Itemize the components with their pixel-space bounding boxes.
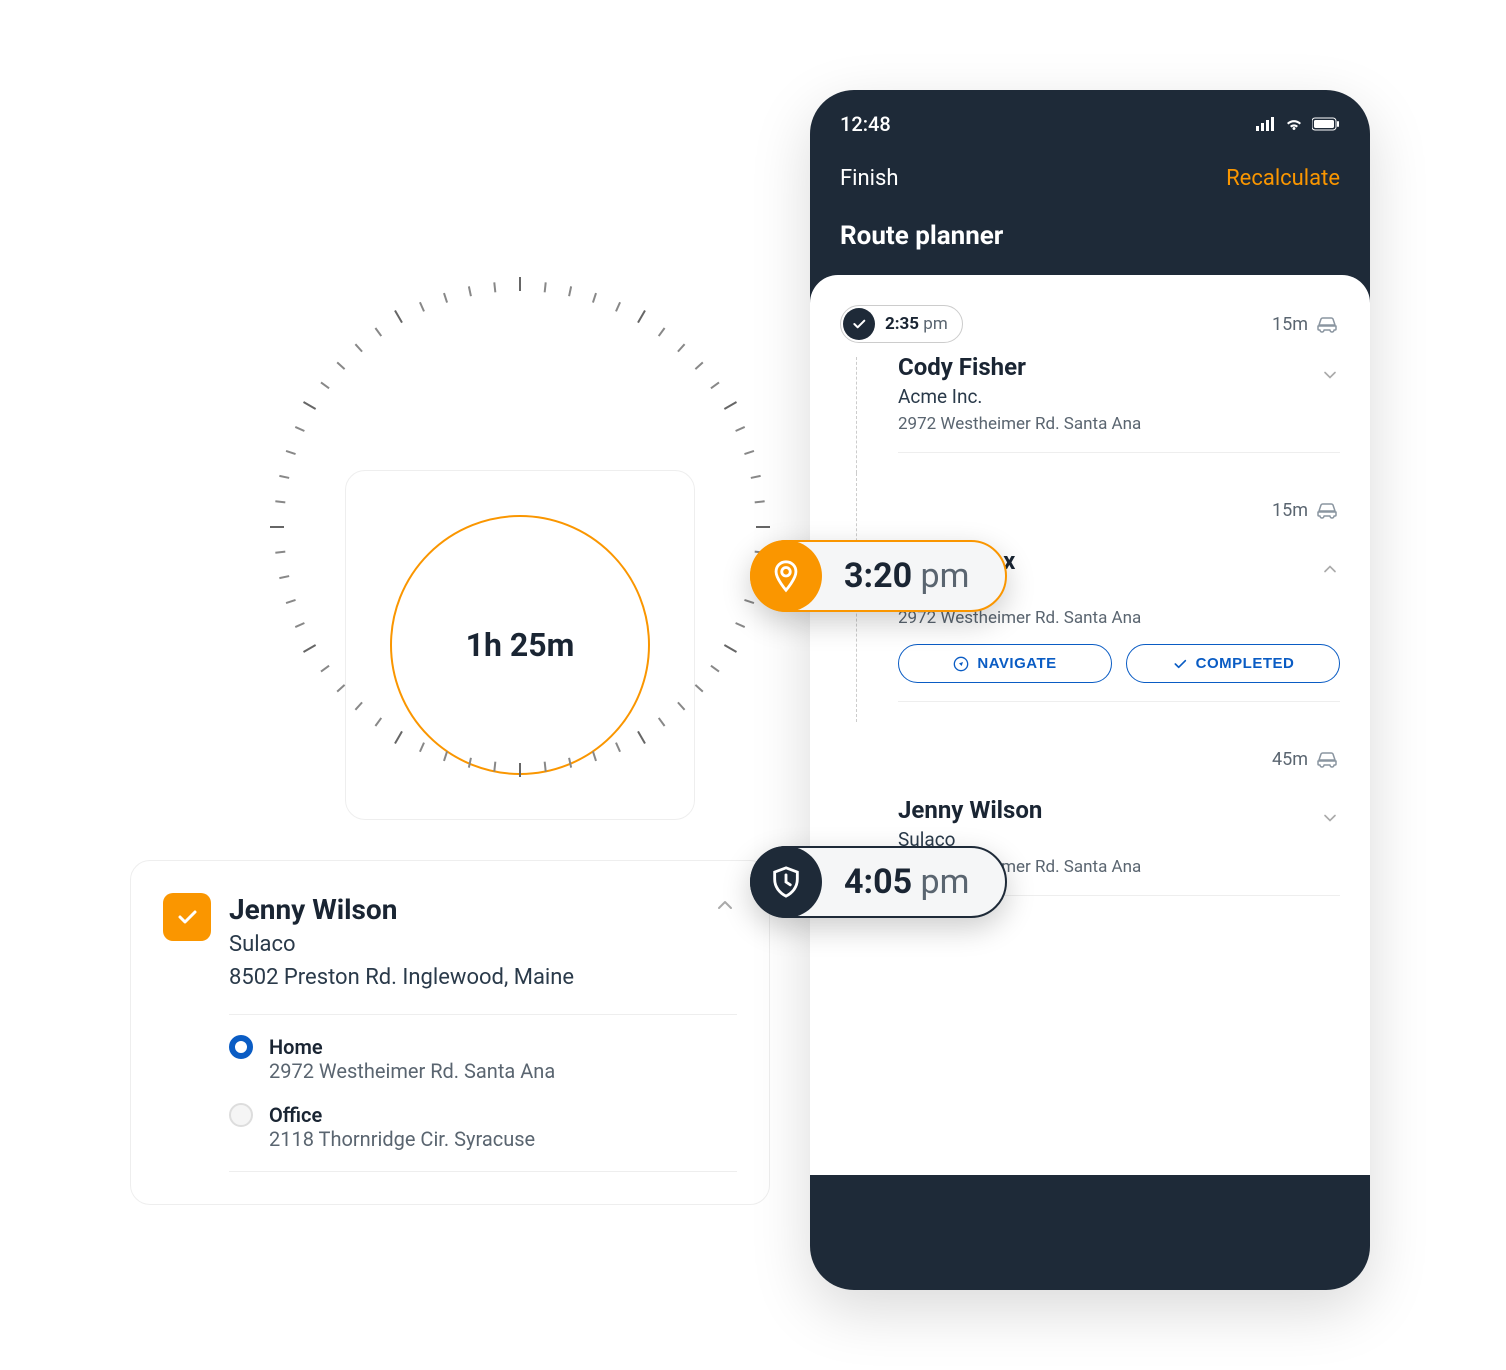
phone-frame: 12:48 Finish Recalculate Route planner xyxy=(810,90,1370,1290)
contact-info: Jenny Wilson Sulaco 8502 Preston Rd. Ing… xyxy=(229,893,695,990)
pill-time: 3:20 pm xyxy=(820,556,1005,596)
pill-time: 4:05 pm xyxy=(820,862,1005,902)
address-label: Home xyxy=(269,1035,555,1059)
contact-address: 8502 Preston Rd. Inglewood, Maine xyxy=(229,965,695,990)
page-title: Route planner xyxy=(810,211,1370,275)
divider xyxy=(229,1171,737,1172)
stop-time: 2:35 pm xyxy=(877,310,962,338)
divider xyxy=(898,701,1340,702)
check-icon xyxy=(1172,656,1188,672)
drive-duration: 15m xyxy=(1272,500,1340,521)
route-sheet: 2:35 pm 15m Cody Fisher Acme Inc. 2972 W… xyxy=(810,275,1370,1175)
address-option-home[interactable]: Home 2972 Westheimer Rd. Santa Ana xyxy=(229,1035,737,1083)
address-option-office[interactable]: Office 2118 Thornridge Cir. Syracuse xyxy=(229,1103,737,1151)
check-icon xyxy=(163,893,211,941)
chevron-up-icon[interactable] xyxy=(713,893,737,923)
canvas: 1h 25m Jenny Wilson Sulaco 8502 Preston … xyxy=(30,30,1476,1330)
address-text: 2972 Westheimer Rd. Santa Ana xyxy=(269,1059,555,1083)
chevron-up-icon[interactable] xyxy=(1320,559,1340,583)
stop-address: 2972 Westheimer Rd. Santa Ana xyxy=(898,414,1340,434)
signal-icon xyxy=(1256,117,1276,131)
phone-nav: Finish Recalculate xyxy=(810,146,1370,211)
clock-face: 1h 25m xyxy=(390,515,650,775)
drive-duration: 15m xyxy=(1272,314,1340,335)
drive-duration: 45m xyxy=(1272,749,1340,770)
stop-company: Acme Inc. xyxy=(898,385,1340,408)
wifi-icon xyxy=(1284,117,1304,131)
navigate-button[interactable]: NAVIGATE xyxy=(898,644,1112,683)
contact-name: Jenny Wilson xyxy=(229,893,695,926)
recalculate-button[interactable]: Recalculate xyxy=(1226,166,1340,191)
current-stop-pill: 3:20 pm xyxy=(750,540,1007,612)
clock-shield-icon xyxy=(750,846,822,918)
completed-button[interactable]: COMPLETED xyxy=(1126,644,1340,683)
car-icon xyxy=(1314,750,1340,768)
divider xyxy=(229,1014,737,1015)
stop-name: Cody Fisher xyxy=(898,353,1340,381)
check-icon xyxy=(843,308,875,340)
clock-duration: 1h 25m xyxy=(466,626,575,664)
address-text: 2118 Thornridge Cir. Syracuse xyxy=(269,1127,535,1151)
finish-button[interactable]: Finish xyxy=(840,166,898,191)
location-pin-icon xyxy=(750,540,822,612)
divider xyxy=(898,452,1340,453)
contact-card: Jenny Wilson Sulaco 8502 Preston Rd. Ing… xyxy=(130,860,770,1205)
route-stop[interactable]: 2:35 pm 15m Cody Fisher Acme Inc. 2972 W… xyxy=(810,305,1370,473)
compass-icon xyxy=(953,656,969,672)
car-icon xyxy=(1314,501,1340,519)
stop-name: Jenny Wilson xyxy=(898,796,1340,824)
status-bar: 12:48 xyxy=(810,90,1370,146)
chevron-down-icon[interactable] xyxy=(1320,808,1340,832)
timeline-line xyxy=(856,357,857,473)
future-stop-pill: 4:05 pm xyxy=(750,846,1007,918)
radio-selected-icon[interactable] xyxy=(229,1035,253,1059)
status-icons xyxy=(1256,117,1340,131)
time-pill: 2:35 pm xyxy=(840,305,963,343)
radio-unselected-icon[interactable] xyxy=(229,1103,253,1127)
address-label: Office xyxy=(269,1103,535,1127)
car-icon xyxy=(1314,315,1340,333)
clock-card: 1h 25m xyxy=(345,470,695,820)
battery-icon xyxy=(1312,117,1340,131)
status-time: 12:48 xyxy=(840,112,891,136)
contact-company: Sulaco xyxy=(229,932,695,957)
contact-header: Jenny Wilson Sulaco 8502 Preston Rd. Ing… xyxy=(163,893,737,990)
chevron-down-icon[interactable] xyxy=(1320,365,1340,389)
